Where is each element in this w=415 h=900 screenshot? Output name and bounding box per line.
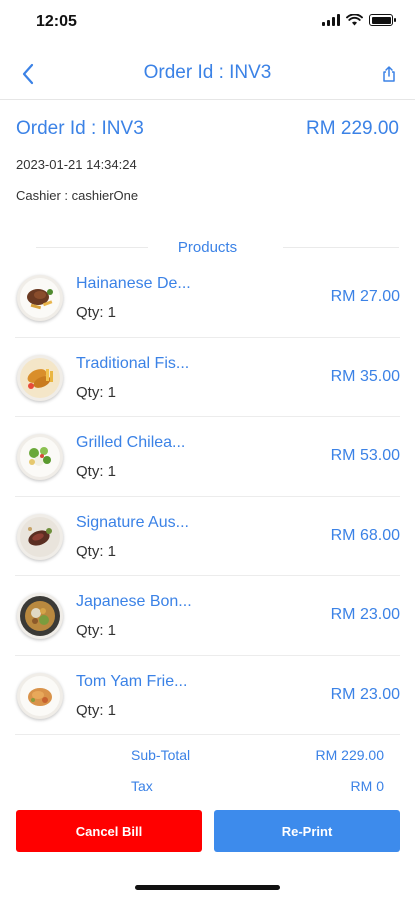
products-section-header: Products	[16, 238, 399, 258]
product-image	[17, 434, 63, 480]
product-qty: Qty: 1	[76, 622, 117, 639]
product-price: RM 27.00	[330, 288, 400, 305]
subtotal-value: RM 229.00	[315, 747, 384, 763]
status-time: 12:05	[36, 13, 77, 30]
product-name: Japanese Bon...	[76, 593, 192, 610]
order-cashier: Cashier : cashierOne	[16, 188, 139, 203]
product-image	[17, 593, 63, 639]
product-qty: Qty: 1	[76, 542, 117, 560]
product-name: Hainanese De...	[76, 275, 191, 292]
dish-rice-bowl-icon	[20, 596, 60, 636]
product-price: RM 53.00	[330, 447, 400, 464]
dish-salad-icon	[20, 437, 60, 477]
product-name: Grilled Chilea...	[76, 434, 186, 451]
product-name: Tom Yam Frie...	[76, 672, 188, 690]
product-row[interactable]: Signature Aus... Qty: 1 RM 68.00	[15, 497, 400, 576]
cellular-signal-icon	[322, 14, 340, 26]
product-row[interactable]: Japanese Bon... Qty: 1 RM 23.00	[15, 576, 400, 656]
order-id: Order Id : INV3	[16, 118, 144, 139]
dish-fried-rice-icon	[20, 675, 60, 716]
tax-row: Tax RM 0	[0, 778, 415, 798]
product-image	[17, 672, 63, 719]
product-qty: Qty: 1	[76, 463, 117, 480]
tax-value: RM 0	[350, 778, 384, 794]
order-header: Order Id : INV3 RM 229.00	[16, 118, 399, 148]
product-price: RM 68.00	[330, 526, 400, 544]
dish-steak-icon	[20, 278, 60, 318]
status-icons	[322, 14, 396, 26]
product-image	[17, 354, 63, 401]
divider	[283, 247, 399, 248]
cancel-bill-button[interactable]: Cancel Bill	[16, 810, 202, 852]
order-total: RM 229.00	[306, 118, 399, 139]
product-image	[17, 513, 63, 560]
dish-beef-icon	[20, 516, 60, 557]
home-indicator	[135, 885, 280, 890]
tax-label: Tax	[131, 778, 153, 794]
product-price: RM 23.00	[330, 685, 400, 703]
battery-icon	[369, 14, 396, 26]
product-row[interactable]: Traditional Fis... Qty: 1 RM 35.00	[15, 338, 400, 417]
subtotal-label: Sub-Total	[131, 747, 191, 763]
product-qty: Qty: 1	[76, 701, 117, 719]
share-icon	[383, 66, 395, 82]
order-datetime: 2023-01-21 14:34:24	[16, 157, 137, 172]
wifi-icon	[346, 14, 363, 26]
product-qty: Qty: 1	[76, 383, 117, 401]
product-price: RM 35.00	[330, 367, 400, 385]
product-list: Hainanese De... Qty: 1 RM 27.00 Traditio…	[0, 258, 415, 735]
product-name: Traditional Fis...	[76, 354, 190, 372]
nav-bar: Order Id : INV3	[0, 48, 415, 100]
product-name: Signature Aus...	[76, 513, 189, 531]
product-row[interactable]: Hainanese De... Qty: 1 RM 27.00	[15, 258, 400, 338]
product-qty: Qty: 1	[76, 304, 117, 321]
reprint-button[interactable]: Re-Print	[214, 810, 400, 852]
page-title: Order Id : INV3	[143, 62, 272, 83]
dish-fish-chips-icon	[20, 357, 60, 398]
product-price: RM 23.00	[330, 606, 400, 623]
share-button[interactable]	[375, 60, 403, 88]
product-row[interactable]: Grilled Chilea... Qty: 1 RM 53.00	[15, 417, 400, 497]
product-image	[17, 275, 63, 321]
subtotal-row: Sub-Total RM 229.00	[0, 747, 415, 767]
product-row[interactable]: Tom Yam Frie... Qty: 1 RM 23.00	[15, 656, 400, 735]
status-bar: 12:05	[0, 0, 415, 44]
